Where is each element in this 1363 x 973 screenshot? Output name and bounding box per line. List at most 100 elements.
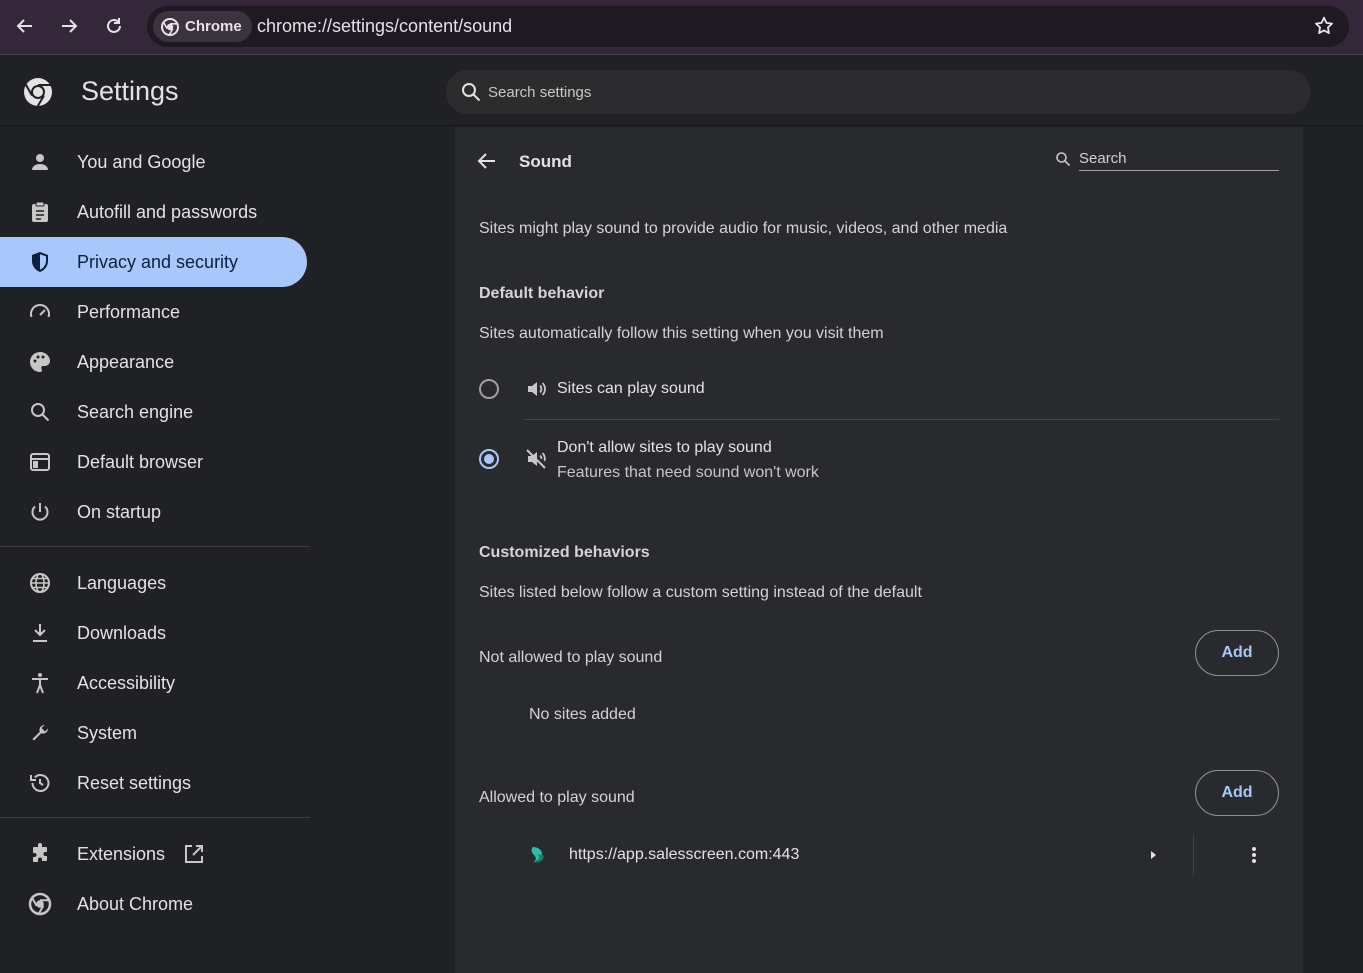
settings-header: Settings (0, 56, 1363, 126)
globe-icon (30, 573, 50, 593)
star-icon (1315, 16, 1333, 34)
chrome-logo-icon (161, 17, 179, 36)
volume-up-icon (528, 382, 546, 396)
volume-off-icon (526, 449, 546, 469)
sidebar-item-label: Downloads (77, 622, 167, 643)
address-bar[interactable]: Chrome chrome://settings/content/sound (147, 6, 1349, 47)
allowed-site-row[interactable]: https://app.salesscreen.com:443 (479, 833, 1279, 877)
accessibility-icon (32, 673, 48, 694)
section-search-input[interactable] (1079, 147, 1279, 171)
customized-behaviors-subtext: Sites listed below follow a custom setti… (479, 584, 922, 601)
sidebar-item-label: Privacy and security (77, 251, 239, 272)
default-behavior-heading: Default behavior (479, 285, 605, 302)
chrome-logo-icon (28, 892, 52, 916)
sidebar-item-label: Accessibility (77, 672, 176, 693)
sidebar-item-languages[interactable]: Languages (0, 558, 307, 608)
arrow-left-icon (16, 19, 32, 33)
power-icon (31, 503, 49, 521)
add-not-allowed-button[interactable]: Add (1195, 630, 1279, 676)
bookmark-button[interactable] (1313, 15, 1335, 42)
history-icon (30, 774, 50, 792)
no-sites-added-text: No sites added (529, 706, 636, 723)
site-url: https://app.salesscreen.com:443 (569, 846, 800, 863)
sidebar-divider (0, 546, 310, 547)
sidebar-item-label: System (77, 722, 138, 743)
allowed-label: Allowed to play sound (479, 789, 635, 806)
sidebar-item-label: Extensions (77, 843, 166, 864)
sidebar-item-autofill[interactable]: Autofill and passwords (0, 187, 307, 237)
arrow-right-icon (62, 19, 78, 33)
option-allow-label[interactable]: Sites can play sound (557, 380, 705, 398)
sidebar-item-label: On startup (77, 501, 162, 522)
sidebar-item-search-engine[interactable]: Search engine (0, 387, 307, 437)
sidebar-item-system[interactable]: System (0, 708, 307, 758)
search-icon (31, 403, 50, 422)
wrench-icon (32, 724, 49, 741)
puzzle-icon (33, 843, 47, 862)
back-button[interactable] (9, 10, 41, 42)
default-behavior-subtext: Sites automatically follow this setting … (479, 325, 884, 342)
sidebar-item-default-browser[interactable]: Default browser (0, 437, 307, 487)
sidebar-item-label: About Chrome (77, 893, 194, 914)
sidebar-item-label: Reset settings (77, 772, 192, 793)
palette-icon (30, 352, 50, 372)
speedometer-icon (30, 304, 50, 318)
browser-toolbar: Chrome chrome://settings/content/sound (0, 0, 1363, 55)
page-title: Settings (81, 76, 179, 106)
sidebar-item-label: Search engine (77, 401, 194, 422)
sidebar-item-label: Default browser (77, 451, 204, 472)
forward-button[interactable] (53, 10, 85, 42)
person-icon (32, 154, 48, 170)
sidebar-item-label: Languages (77, 572, 167, 593)
sidebar-item-extensions[interactable]: Extensions (0, 829, 307, 879)
option-block-label[interactable]: Don't allow sites to play sound (557, 439, 772, 457)
sidebar-item-on-startup[interactable]: On startup (0, 487, 307, 537)
external-link-icon (185, 845, 203, 863)
shield-icon (32, 252, 48, 272)
chrome-logo-icon (24, 78, 52, 108)
clipboard-icon (32, 201, 48, 222)
sidebar-item-you-and-google[interactable]: You and Google (0, 137, 307, 187)
not-allowed-label: Not allowed to play sound (479, 649, 663, 666)
sidebar-item-about-chrome[interactable]: About Chrome (0, 879, 307, 929)
chip-label: Chrome (185, 18, 242, 35)
reload-button[interactable] (98, 10, 130, 42)
radio-allow-sound[interactable] (479, 379, 499, 399)
sidebar-item-label: Autofill and passwords (77, 201, 258, 222)
sidebar: You and Google Autofill and passwords Pr… (0, 127, 310, 973)
site-details-button[interactable] (1144, 846, 1162, 869)
reload-icon (107, 18, 121, 33)
search-icon (462, 83, 481, 102)
section-title: Sound (519, 152, 572, 171)
sidebar-item-reset-settings[interactable]: Reset settings (0, 758, 307, 808)
sidebar-item-performance[interactable]: Performance (0, 287, 307, 337)
search-icon (1056, 152, 1071, 167)
sidebar-item-accessibility[interactable]: Accessibility (0, 658, 307, 708)
section-search[interactable] (1055, 147, 1279, 173)
option-block-sublabel: Features that need sound won't work (557, 464, 819, 481)
sidebar-divider (0, 817, 310, 818)
add-allowed-button[interactable]: Add (1195, 770, 1279, 816)
option-divider (525, 419, 1279, 420)
back-arrow-button[interactable] (475, 149, 499, 178)
sidebar-item-appearance[interactable]: Appearance (0, 337, 307, 387)
arrow-left-icon (477, 153, 495, 169)
sidebar-item-privacy[interactable]: Privacy and security (0, 237, 307, 287)
radio-block-sound[interactable] (479, 449, 499, 469)
sidebar-item-downloads[interactable]: Downloads (0, 608, 307, 658)
more-actions-button[interactable] (1244, 845, 1264, 870)
caret-right-icon (1151, 851, 1156, 859)
sidebar-item-label: You and Google (77, 151, 206, 172)
url-text[interactable]: chrome://settings/content/sound (257, 16, 512, 37)
search-settings-input[interactable] (488, 70, 1268, 114)
customized-behaviors-heading: Customized behaviors (479, 544, 650, 561)
sidebar-item-label: Performance (77, 301, 181, 322)
sidebar-item-label: Appearance (77, 351, 175, 372)
download-icon (33, 624, 47, 642)
search-settings-bar[interactable] (446, 70, 1311, 114)
sound-description: Sites might play sound to provide audio … (479, 220, 1008, 237)
site-favicon-icon (531, 847, 544, 863)
row-divider (1193, 835, 1194, 875)
more-vert-icon (1252, 847, 1256, 863)
site-info-chip[interactable]: Chrome (153, 11, 252, 42)
